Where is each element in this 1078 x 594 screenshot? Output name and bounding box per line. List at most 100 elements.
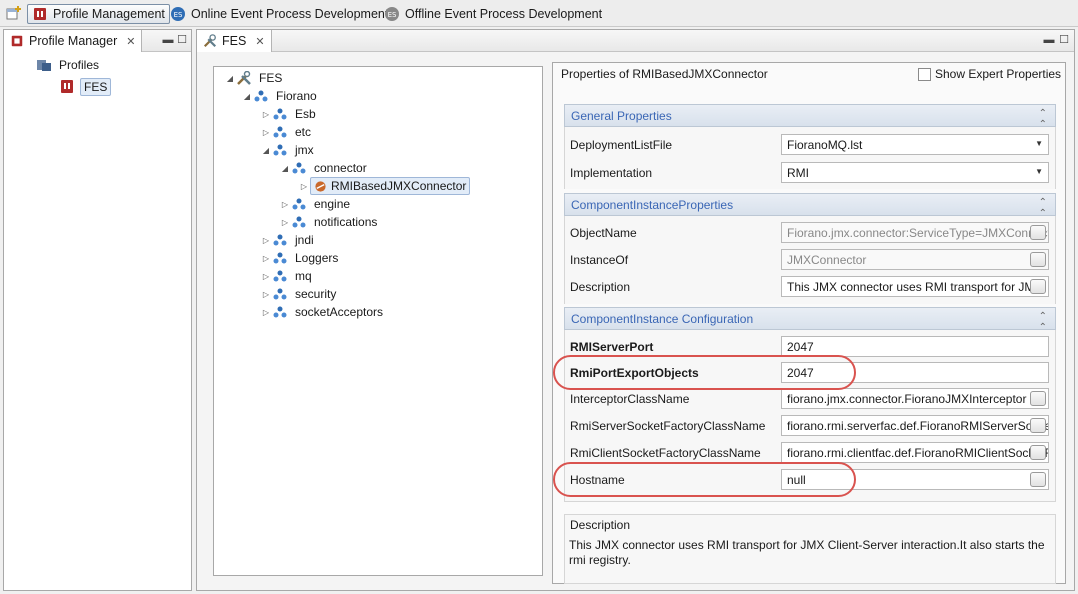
maximize-icon[interactable]: ☐ (1058, 34, 1070, 46)
edit-value-button[interactable] (1030, 418, 1046, 433)
perspective-label: Offline Event Process Development (405, 7, 603, 21)
property-label: Description (570, 280, 631, 294)
expanded-arrow-icon[interactable]: ◢ (260, 146, 272, 155)
tree-node-jndi[interactable]: ▷ jndi (260, 231, 317, 249)
tree-label: mq (295, 269, 312, 283)
highlight-rmiportexportobjects (553, 355, 856, 390)
tree-label: jndi (295, 233, 314, 247)
tree-label: Esb (295, 107, 316, 121)
tree-node-loggers[interactable]: ▷ Loggers (260, 249, 341, 267)
property-label: RmiServerSocketFactoryClassName (570, 419, 766, 433)
properties-title: Properties of RMIBasedJMXConnector (561, 67, 768, 81)
show-expert-properties-checkbox[interactable]: Show Expert Properties (918, 67, 1061, 81)
tree-label: FES (80, 78, 112, 96)
expanded-arrow-icon[interactable]: ◢ (241, 92, 253, 101)
svg-text:ES: ES (388, 11, 397, 19)
implementation-select[interactable]: RMI (781, 162, 1049, 183)
collapsed-arrow-icon[interactable]: ▷ (260, 308, 272, 317)
edit-value-button[interactable] (1030, 279, 1046, 294)
instanceof-field[interactable]: JMXConnector (781, 249, 1049, 270)
maximize-icon[interactable]: ☐ (176, 34, 188, 46)
tree-node-etc[interactable]: ▷ etc (260, 123, 314, 141)
tree-node-fes-profile[interactable]: FES (60, 78, 112, 96)
field-value: This JMX connector uses RMI transport fo… (787, 280, 1043, 294)
field-value: Fiorano.jmx.connector:ServiceType=JMXCon… (787, 226, 1049, 240)
edit-value-button[interactable] (1030, 252, 1046, 267)
tab-label: FES (222, 34, 247, 48)
component-group-icon (291, 161, 307, 175)
expanded-arrow-icon[interactable]: ◢ (279, 164, 291, 173)
profile-manager-view: Profile Manager ✕ ▬ ☐ (3, 29, 192, 591)
profile-manager-icon (11, 35, 23, 47)
tab-profile-manager[interactable]: Profile Manager ✕ (4, 30, 143, 52)
component-group-icon (272, 287, 288, 301)
close-icon[interactable]: ✕ (126, 35, 135, 48)
event-process-offline-icon: ES (385, 7, 399, 21)
edit-value-button[interactable] (1030, 445, 1046, 460)
rmiserverport-field[interactable]: 2047 (781, 336, 1049, 357)
view-header: FES ✕ ▬ ☐ (197, 30, 1074, 52)
section-title: General Properties (571, 108, 672, 123)
tree-node-security[interactable]: ▷ security (260, 285, 339, 303)
component-group-icon (272, 269, 288, 283)
tree-node-jmx[interactable]: ◢ jmx (260, 141, 317, 159)
checkbox-box[interactable] (918, 67, 931, 81)
checkbox-label: Show Expert Properties (935, 67, 1062, 81)
perspective-profile-management[interactable]: Profile Management (27, 4, 170, 24)
perspective-online-development[interactable]: ES Online Event Process Development (166, 4, 392, 24)
collapsed-arrow-icon[interactable]: ▷ (298, 182, 310, 191)
collapsed-arrow-icon[interactable]: ▷ (279, 218, 291, 227)
view-header: Profile Manager ✕ ▬ ☐ (4, 30, 191, 52)
collapsed-arrow-icon[interactable]: ▷ (260, 236, 272, 245)
tab-fes[interactable]: FES ✕ (197, 30, 272, 52)
minimize-icon[interactable]: ▬ (1043, 34, 1055, 46)
perspective-offline-development[interactable]: ES Offline Event Process Development (380, 4, 606, 24)
edit-value-button[interactable] (1030, 225, 1046, 240)
section-general-properties[interactable]: General Properties ⌃ ⌃ (564, 104, 1056, 130)
tree-node-connector[interactable]: ◢ connector (279, 159, 370, 177)
close-icon[interactable]: ✕ (255, 35, 264, 48)
collapsed-arrow-icon[interactable]: ▷ (260, 110, 272, 119)
tree-label: engine (314, 197, 351, 211)
rmiserversocketfactory-field[interactable]: fiorano.rmi.serverfac.def.FioranoRMIServ… (781, 415, 1049, 436)
collapsed-arrow-icon[interactable]: ▷ (260, 254, 272, 263)
tree-node-socketacceptors[interactable]: ▷ socketAcceptors (260, 303, 386, 321)
selected-node-label: RMIBasedJMXConnector (310, 177, 471, 195)
field-value: fiorano.jmx.connector.FioranoJMXIntercep… (787, 392, 1027, 406)
edit-value-button[interactable] (1030, 472, 1046, 487)
collapsed-arrow-icon[interactable]: ▷ (260, 128, 272, 137)
tree-node-profiles[interactable]: Profiles (36, 56, 102, 74)
tree-node-fes[interactable]: ◢ FES (224, 69, 285, 87)
section-title: ComponentInstance Configuration (571, 311, 754, 326)
description-field[interactable]: This JMX connector uses RMI transport fo… (781, 276, 1049, 297)
collapsed-arrow-icon[interactable]: ▷ (260, 272, 272, 281)
objectname-field[interactable]: Fiorano.jmx.connector:ServiceType=JMXCon… (781, 222, 1049, 243)
tree-node-esb[interactable]: ▷ Esb (260, 105, 319, 123)
deploymentlistfile-select[interactable]: FioranoMQ.lst (781, 134, 1049, 155)
tree-node-fiorano[interactable]: ◢ Fiorano (241, 87, 320, 105)
perspective-label: Profile Management (53, 7, 165, 21)
expanded-arrow-icon[interactable]: ◢ (224, 74, 236, 83)
tools-icon (203, 34, 217, 48)
tree-node-notifications[interactable]: ▷ notifications (279, 213, 380, 231)
section-component-instance-properties[interactable]: ComponentInstanceProperties ⌃ ⌃ (564, 193, 1056, 219)
tree-node-engine[interactable]: ▷ engine (279, 195, 353, 213)
section-title: ComponentInstanceProperties (571, 197, 734, 212)
minimize-icon[interactable]: ▬ (162, 34, 174, 46)
field-value: JMXConnector (787, 253, 867, 267)
tab-label: Profile Manager (29, 34, 118, 48)
rmiclientsocketfactory-field[interactable]: fiorano.rmi.clientfac.def.FioranoRMIClie… (781, 442, 1049, 463)
tree-node-mq[interactable]: ▷ mq (260, 267, 315, 285)
collapsed-arrow-icon[interactable]: ▷ (260, 290, 272, 299)
component-group-icon (291, 215, 307, 229)
tree-node-rmibasedjmxconnector[interactable]: ▷ RMIBasedJMXConnector (298, 177, 471, 195)
description-text: This JMX connector uses RMI transport fo… (569, 538, 1045, 567)
property-label: RmiClientSocketFactoryClassName (570, 446, 761, 460)
interceptorclassname-field[interactable]: fiorano.jmx.connector.FioranoJMXIntercep… (781, 388, 1049, 409)
collapsed-arrow-icon[interactable]: ▷ (279, 200, 291, 209)
component-group-icon (291, 197, 307, 211)
edit-value-button[interactable] (1030, 391, 1046, 406)
open-perspective-icon[interactable] (6, 5, 22, 21)
section-component-instance-configuration[interactable]: ComponentInstance Configuration ⌃ ⌃ (564, 307, 1056, 333)
perspective-label: Online Event Process Development (191, 7, 389, 21)
